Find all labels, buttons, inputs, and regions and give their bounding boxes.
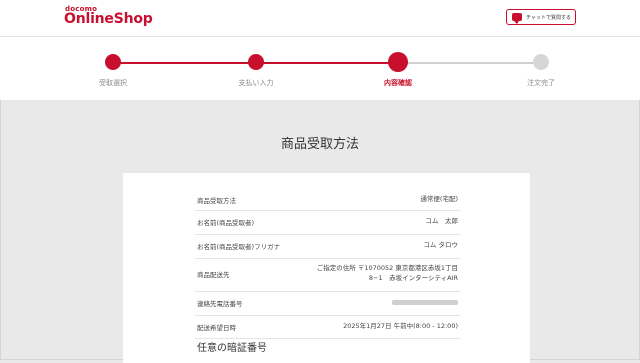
- step-1-label: 受取選択: [99, 79, 127, 87]
- recipient-kana-label: お名前(商品受取者)フリガナ: [197, 243, 281, 251]
- step-4-label: 注文完了: [527, 79, 555, 87]
- delivery-address-line1: ご指定の住所 〒1070052 東京都港区赤坂1丁目: [316, 264, 458, 272]
- progress-line-pending: [398, 62, 541, 64]
- online-shop-logo[interactable]: OnlineShop: [64, 11, 153, 27]
- phone-masked-value: [392, 300, 458, 305]
- page-title: 商品受取方法: [280, 137, 359, 152]
- progress-steps: 受取選択 支払い入力 内容確認 注文完了: [0, 37, 640, 100]
- step-4-dot: [533, 54, 549, 70]
- row-delivery-address: 商品配送先 ご指定の住所 〒1070052 東京都港区赤坂1丁目 8−1 赤坂イ…: [195, 259, 460, 292]
- step-2-dot: [248, 54, 264, 70]
- receive-method-value: 通常便(宅配): [420, 195, 458, 203]
- step-2-label: 支払い入力: [238, 79, 274, 87]
- step-1-dot: [105, 54, 121, 70]
- phone-label: 連絡先電話番号: [197, 300, 243, 308]
- delivery-datetime-value: 2025年1月27日 午前中(8:00 - 12:00): [343, 322, 458, 330]
- row-phone: 連絡先電話番号: [195, 292, 460, 316]
- row-receive-method: 商品受取方法 通常便(宅配): [195, 189, 460, 211]
- receive-method-label: 商品受取方法: [197, 197, 236, 205]
- order-details-card: 商品受取方法 通常便(宅配) お名前(商品受取者) コム 太郎 お名前(商品受取…: [123, 173, 530, 363]
- chat-bubble-icon: [512, 13, 522, 24]
- step-3-dot: [388, 52, 408, 72]
- pin-section-title: 任意の暗証番号: [197, 343, 267, 354]
- chat-button-label: チャットで質問する: [526, 14, 571, 21]
- delivery-address-line2: 8−1 赤坂インターシティAIR: [368, 274, 458, 282]
- delivery-datetime-label: 配送希望日時: [197, 324, 236, 332]
- recipient-name-label: お名前(商品受取者): [197, 219, 255, 227]
- chat-question-button[interactable]: チャットで質問する: [506, 9, 576, 25]
- recipient-kana-value: コム タロウ: [423, 241, 458, 249]
- recipient-name-value: コム 太郎: [425, 217, 459, 225]
- step-3-label: 内容確認: [384, 79, 412, 87]
- row-recipient-kana: お名前(商品受取者)フリガナ コム タロウ: [195, 235, 460, 259]
- delivery-address-label: 商品配送先: [197, 271, 230, 279]
- row-delivery-datetime: 配送希望日時 2025年1月27日 午前中(8:00 - 12:00): [195, 316, 460, 339]
- row-recipient-name: お名前(商品受取者) コム 太郎: [195, 211, 460, 235]
- site-header: docomo OnlineShop チャットで質問する: [0, 0, 640, 37]
